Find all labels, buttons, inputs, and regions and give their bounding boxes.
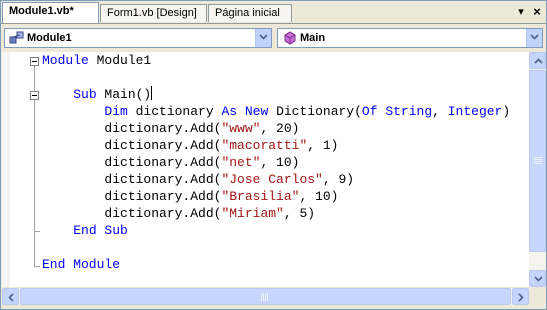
code-line[interactable]: Dim dictionary As New Dictionary(Of Stri… [42, 103, 510, 120]
grip-line [261, 293, 262, 301]
code-token: , 1) [307, 138, 339, 153]
code-token: , 20) [260, 121, 300, 136]
code-token: dictionary.Add( [42, 172, 222, 187]
code-token: ) [502, 104, 511, 119]
code-token: Dictionary( [268, 104, 362, 119]
code-line[interactable]: Module Module1 [42, 52, 151, 69]
code-token: dictionary.Add( [42, 138, 222, 153]
keyword-token: End Sub [73, 223, 128, 238]
grip-line [534, 163, 542, 164]
collapse-sub-icon[interactable] [30, 91, 39, 100]
class-name-combo-value: Module1 [27, 32, 72, 44]
code-line[interactable]: dictionary.Add("Brasilia", 10) [42, 188, 338, 205]
code-token: , 9) [322, 172, 355, 187]
code-token: dictionary.Add( [42, 206, 222, 221]
code-line[interactable]: dictionary.Add("Jose Carlos", 9) [42, 171, 354, 188]
keyword-token: End Module [42, 257, 121, 272]
navigation-bar: Module1 Main [1, 25, 546, 51]
code-line[interactable]: dictionary.Add("macoratti", 1) [42, 137, 338, 154]
grip-line [534, 157, 542, 158]
grip-line [263, 293, 264, 301]
grip-line [267, 293, 268, 301]
code-line[interactable]: End Sub [42, 222, 128, 239]
string-token: "Jose Carlos" [221, 172, 323, 187]
tab-pagina-inicial[interactable]: Página inicial [208, 4, 292, 22]
outline-end-sub [34, 231, 40, 232]
code-token: dictionary.Add( [42, 189, 222, 204]
code-line[interactable]: dictionary.Add("www", 20) [42, 120, 299, 137]
tab-form1-design[interactable]: Form1.vb [Design] [100, 4, 207, 22]
code-line[interactable]: End Module [42, 256, 120, 273]
outline-end-module [34, 266, 40, 267]
horizontal-scrollbar[interactable] [2, 288, 529, 305]
grip-line [265, 293, 266, 301]
code-token: , 10) [299, 189, 339, 204]
keyword-token: Sub [73, 87, 97, 102]
collapse-module-icon[interactable] [30, 57, 39, 66]
keyword-token: As [221, 104, 238, 119]
text-caret [151, 86, 153, 100]
class-name-combo[interactable]: Module1 [4, 28, 272, 48]
keyword-token: Dim [104, 104, 128, 119]
method-icon [282, 31, 298, 45]
code-token: dictionary.Add( [42, 121, 222, 136]
method-name-combo[interactable]: Main [277, 28, 543, 48]
string-token: "Brasilia" [221, 189, 300, 204]
scroll-up-button[interactable] [529, 52, 546, 69]
code-token: , 10) [260, 155, 300, 170]
code-token: , [432, 104, 448, 119]
horizontal-scroll-thumb[interactable] [20, 288, 511, 305]
tab-module1-vb[interactable]: Module1.vb* [2, 2, 99, 23]
keyword-token: Module [42, 53, 89, 68]
keyword-token: Of [361, 104, 378, 119]
code-line[interactable]: Sub Main() [42, 86, 153, 103]
module-icon [9, 31, 25, 45]
code-token: Main() [96, 87, 152, 102]
code-token: Module1 [88, 53, 152, 68]
document-tab-strip: Module1.vb* Form1.vb [Design] Página ini… [1, 1, 546, 24]
keyword-token: Integer [447, 104, 503, 119]
string-token: "net" [221, 155, 261, 170]
vertical-scrollbar[interactable] [529, 52, 546, 287]
chevron-down-icon[interactable] [526, 29, 542, 47]
method-name-combo-value: Main [300, 32, 326, 44]
chevron-down-icon[interactable] [255, 29, 271, 47]
scroll-left-button[interactable] [2, 288, 19, 305]
keyword-token: String [385, 104, 433, 119]
keyword-token: New [244, 104, 269, 119]
code-token: , 5) [283, 206, 316, 221]
grip-line [534, 159, 542, 160]
scroll-down-button[interactable] [529, 270, 546, 287]
code-editor[interactable]: Module Module1 Sub Main() Dim dictionary… [2, 52, 529, 287]
code-token: dictionary [127, 104, 222, 119]
string-token: "Miriam" [221, 206, 284, 221]
code-token: dictionary.Add( [42, 155, 222, 170]
code-line[interactable]: dictionary.Add("net", 10) [42, 154, 299, 171]
indicator-margin [2, 52, 10, 287]
vertical-scroll-thumb[interactable] [529, 70, 546, 252]
string-token: "macoratti" [221, 138, 308, 153]
close-document-icon[interactable]: × [530, 5, 544, 19]
active-files-dropdown-icon[interactable]: ▾ [514, 5, 528, 19]
code-editor-window: Module1.vb* Form1.vb [Design] Página ini… [0, 0, 547, 310]
scrollbar-corner [529, 288, 546, 305]
grip-line [534, 161, 542, 162]
string-token: "www" [221, 121, 261, 136]
scroll-right-button[interactable] [512, 288, 529, 305]
code-line[interactable]: dictionary.Add("Miriam", 5) [42, 205, 315, 222]
